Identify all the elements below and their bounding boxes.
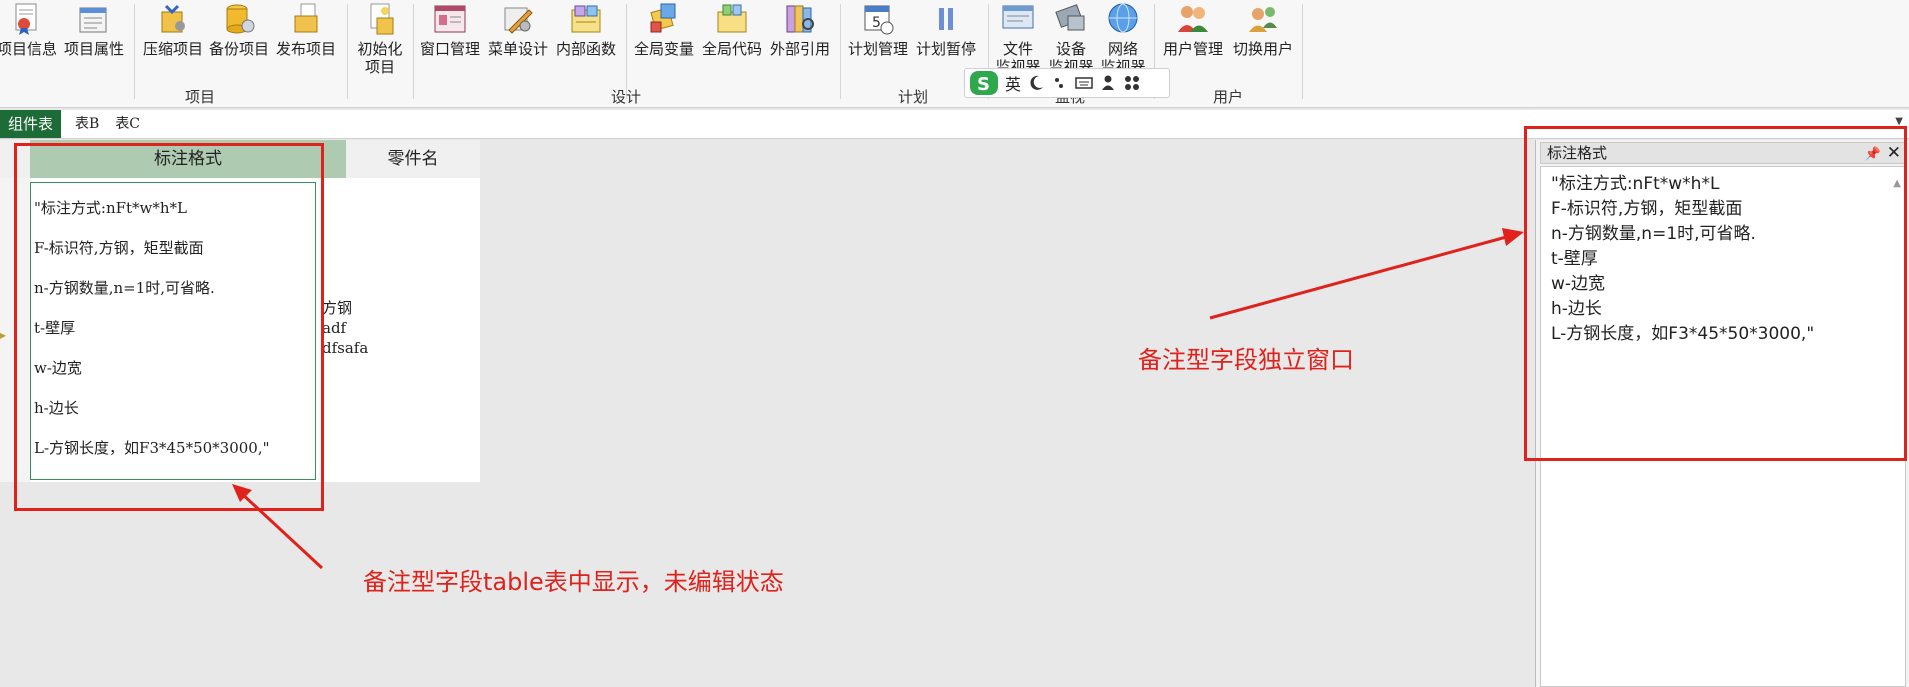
- group-label-project: 项目: [184, 88, 216, 106]
- function-icon: [571, 5, 601, 33]
- plan-manage-label: 计划管理: [847, 40, 908, 58]
- part-name-cell[interactable]: 方钢 adf dfsafa: [322, 298, 368, 358]
- global-variable-label: 全局变量: [633, 40, 694, 58]
- switch-user-label: 切换用户: [1232, 40, 1293, 58]
- compress-project-label: 压缩项目: [142, 40, 203, 58]
- window-manage-icon: [434, 5, 466, 33]
- global-code-button[interactable]: 全局代码: [700, 2, 764, 77]
- external-ref-icon: [786, 5, 814, 33]
- group-label-design: 设计: [610, 88, 642, 106]
- plan-pause-label: 计划暂停: [915, 40, 976, 58]
- current-row-indicator: ▸: [0, 328, 7, 342]
- external-reference-label: 外部引用: [769, 40, 830, 58]
- publish-project-label: 发布项目: [275, 40, 336, 58]
- ribbon-separator: [840, 4, 841, 99]
- project-properties-label: 项目属性: [63, 40, 124, 58]
- initialize-icon: [370, 3, 394, 35]
- column-header-part-name[interactable]: 零件名: [346, 140, 480, 178]
- annotation-box-table: [14, 143, 324, 511]
- sogou-logo-icon: S: [970, 71, 998, 95]
- annotation-table-note: 备注型字段table表中显示，未编辑状态: [363, 568, 784, 596]
- internal-function-label: 内部函数: [555, 40, 616, 58]
- part-name-value: dfsafa: [322, 339, 369, 357]
- network-monitor-button[interactable]: 网络 监视器: [1098, 2, 1148, 77]
- device-monitor-icon: [1055, 4, 1085, 31]
- ribbon-separator: [413, 4, 414, 99]
- global-code-icon: [717, 4, 747, 33]
- switch-user-icon: [1249, 7, 1277, 32]
- switch-user-button[interactable]: 切换用户: [1230, 2, 1296, 77]
- ribbon-separator: [626, 4, 627, 99]
- svg-text:5: 5: [872, 15, 881, 31]
- window-manage-label: 窗口管理: [419, 40, 480, 58]
- annotation-box-window: [1524, 126, 1907, 461]
- backup-icon: [226, 4, 255, 34]
- menu-design-icon: [504, 7, 533, 34]
- compress-icon: [161, 4, 185, 33]
- compress-project-button[interactable]: 压缩项目: [142, 2, 204, 77]
- internal-function-button[interactable]: 内部函数: [554, 2, 618, 77]
- keyboard-icon[interactable]: [1075, 74, 1093, 92]
- group-label-user: 用户: [1212, 88, 1244, 106]
- ribbon-separator: [347, 4, 348, 99]
- global-code-label: 全局代码: [701, 40, 762, 58]
- backup-project-button[interactable]: 备份项目: [208, 2, 270, 77]
- ime-toolbar[interactable]: S 英: [964, 68, 1170, 98]
- punctuation-icon[interactable]: [1051, 74, 1069, 92]
- tab-table-c[interactable]: 表C: [107, 110, 148, 138]
- global-variable-button[interactable]: 全局变量: [632, 2, 696, 77]
- external-reference-button[interactable]: 外部引用: [768, 2, 832, 77]
- users-icon: [1178, 6, 1208, 32]
- properties-icon: [79, 7, 107, 33]
- plan-manage-button[interactable]: 5 计划管理: [846, 2, 910, 77]
- ime-language-toggle[interactable]: 英: [1005, 71, 1021, 95]
- part-name-value: adf: [322, 319, 347, 337]
- user-manage-button[interactable]: 用户管理: [1160, 2, 1226, 77]
- moon-icon[interactable]: [1027, 74, 1045, 92]
- tab-component-table[interactable]: 组件表: [0, 110, 62, 138]
- file-monitor-icon: [1002, 5, 1034, 29]
- initialize-project-label: 初始化 项目: [357, 40, 403, 76]
- tab-table-b[interactable]: 表B: [67, 110, 107, 138]
- initialize-project-button[interactable]: 初始化 项目: [352, 2, 408, 77]
- menu-design-button[interactable]: 菜单设计: [486, 2, 550, 77]
- project-info-button[interactable]: 项目信息: [0, 2, 58, 77]
- toolbox-icon[interactable]: [1123, 74, 1141, 92]
- project-properties-button[interactable]: 项目属性: [63, 2, 125, 77]
- network-monitor-icon: [1108, 3, 1138, 33]
- global-variable-icon: [650, 3, 676, 33]
- backup-project-label: 备份项目: [208, 40, 269, 58]
- user-account-icon[interactable]: [1099, 74, 1117, 92]
- plan-pause-button[interactable]: 计划暂停: [914, 2, 978, 77]
- device-monitor-button[interactable]: 设备 监视器: [1046, 2, 1096, 77]
- pause-icon: [939, 8, 953, 30]
- publish-icon: [294, 3, 318, 33]
- user-manage-label: 用户管理: [1162, 40, 1223, 58]
- annotation-window-note: 备注型字段独立窗口: [1138, 346, 1354, 374]
- publish-project-button[interactable]: 发布项目: [275, 2, 337, 77]
- certificate-icon: [15, 3, 37, 35]
- calendar-icon: 5: [864, 5, 894, 35]
- file-monitor-button[interactable]: 文件 监视器: [993, 2, 1043, 77]
- menu-design-label: 菜单设计: [487, 40, 548, 58]
- group-label-plan: 计划: [897, 88, 929, 106]
- part-name-value: 方钢: [322, 299, 353, 317]
- svg-text:S: S: [977, 74, 990, 95]
- project-info-label: 项目信息: [0, 40, 57, 58]
- ribbon-separator: [1302, 4, 1303, 99]
- window-manage-button[interactable]: 窗口管理: [418, 2, 482, 77]
- ribbon: 项目信息 项目属性 压缩项目 备份项目 发布项目 初始化 项目 窗口管理 菜单设…: [0, 0, 1909, 108]
- ribbon-separator: [134, 4, 135, 99]
